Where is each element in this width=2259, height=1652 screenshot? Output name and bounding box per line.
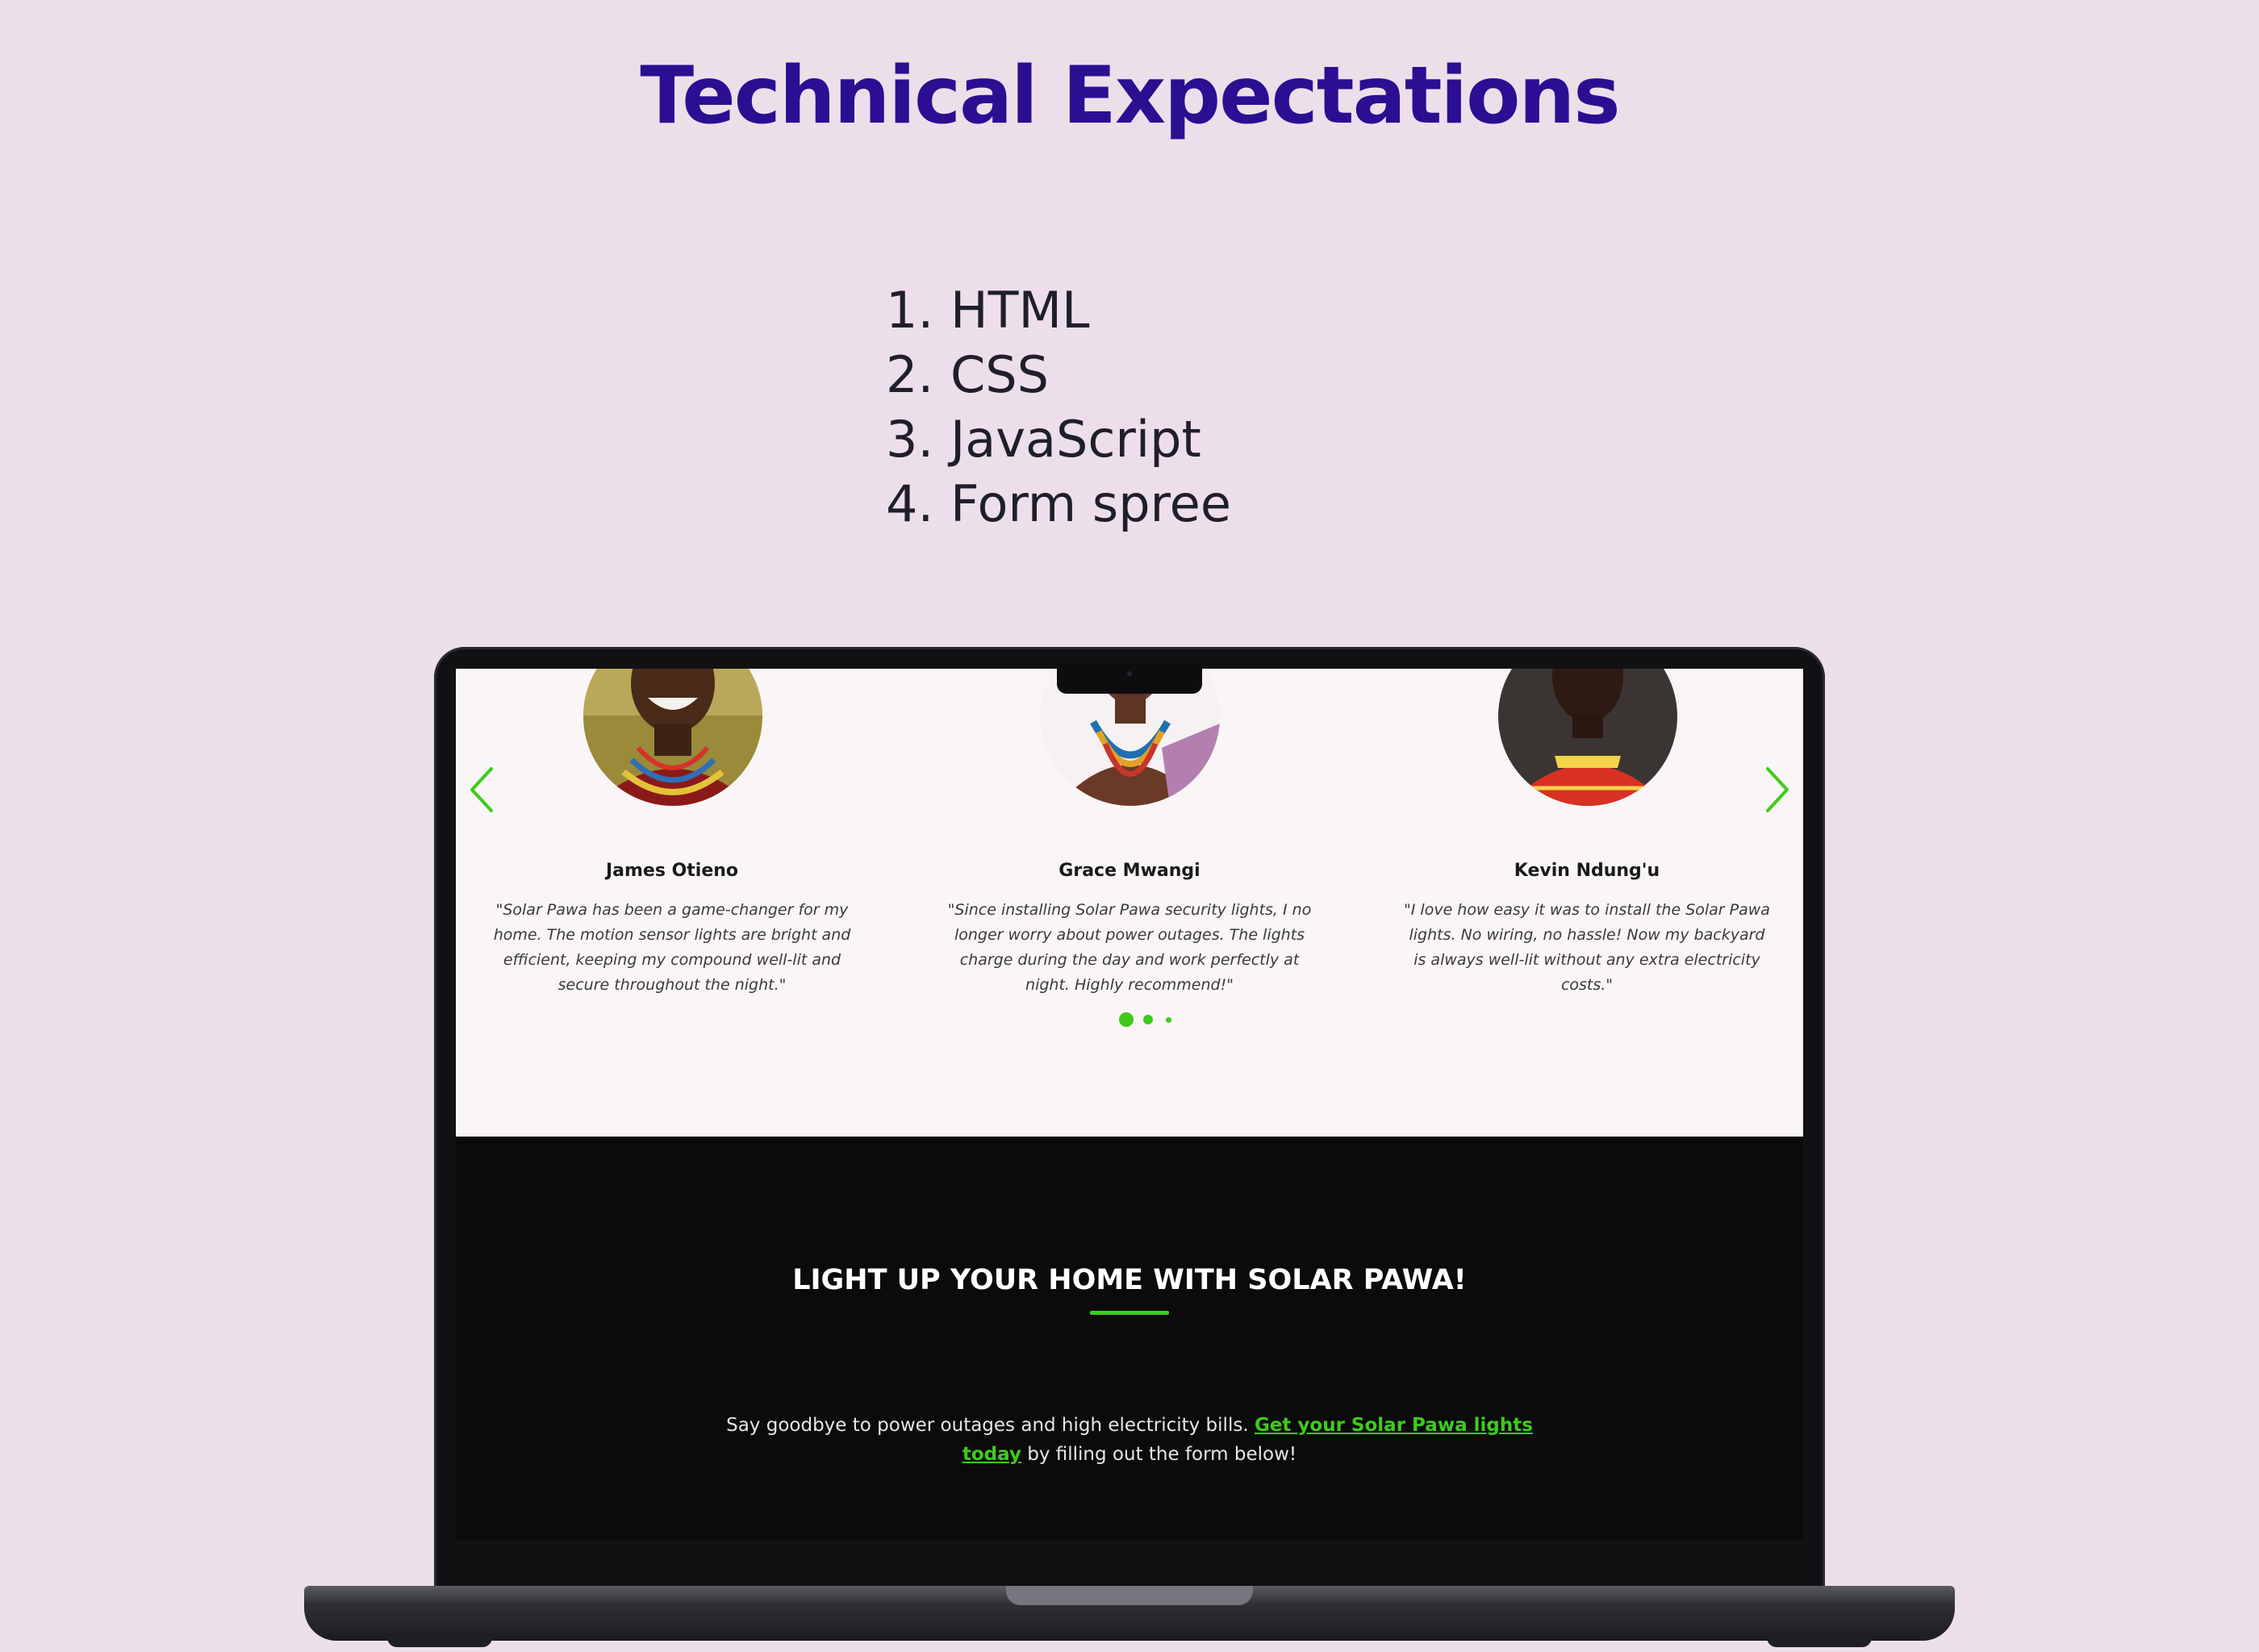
- testimonial-quote: "Since installing Solar Pawa security li…: [947, 901, 1312, 994]
- list-number: 2.: [886, 345, 934, 404]
- technology-list-item: 1. HTML: [886, 278, 1231, 343]
- laptop-notch: [1057, 663, 1202, 694]
- laptop-foot: [387, 1637, 492, 1647]
- list-item-text: Form spree: [950, 474, 1231, 533]
- list-item-text: JavaScript: [950, 410, 1201, 469]
- carousel-prev-button[interactable]: [467, 766, 499, 814]
- carousel-dot-active[interactable]: [1119, 1012, 1134, 1027]
- list-item-text: HTML: [950, 281, 1090, 340]
- list-number: 4.: [886, 474, 934, 533]
- avatar: [583, 669, 762, 806]
- laptop-foot: [1767, 1637, 1872, 1647]
- technology-list-item: 4. Form spree: [886, 472, 1231, 536]
- testimonial-quote: "I love how easy it was to install the S…: [1404, 901, 1770, 994]
- testimonial-name: Kevin Ndung'u: [1514, 861, 1660, 881]
- list-item-text: CSS: [950, 345, 1050, 404]
- chevron-left-icon: [470, 767, 493, 812]
- technology-list-item: 2. CSS: [886, 343, 1231, 407]
- cta-text-before: Say goodbye to power outages and high el…: [726, 1415, 1255, 1436]
- cta-text: Say goodbye to power outages and high el…: [726, 1411, 1533, 1469]
- carousel-next-button[interactable]: [1760, 766, 1792, 814]
- chevron-right-icon: [1766, 767, 1789, 812]
- carousel-dot[interactable]: [1166, 1017, 1171, 1023]
- list-number: 3.: [886, 410, 934, 469]
- list-number: 1.: [886, 281, 934, 340]
- testimonial-name: James Otieno: [605, 861, 739, 881]
- technology-list-item: 3. JavaScript: [886, 407, 1231, 472]
- testimonial-name: Grace Mwangi: [1059, 861, 1200, 881]
- laptop-base-groove: [1006, 1586, 1253, 1605]
- carousel-dot[interactable]: [1143, 1015, 1153, 1024]
- camera-icon: [1127, 671, 1132, 676]
- avatar: [1498, 669, 1677, 806]
- technology-list: 1. HTML 2. CSS 3. JavaScript 4. Form spree: [886, 278, 1231, 536]
- testimonial-quote: "Solar Pawa has been a game-changer for …: [493, 901, 851, 994]
- cta-title-underline: [1090, 1311, 1169, 1315]
- laptop-base: [304, 1586, 1955, 1641]
- cta-section: LIGHT UP YOUR HOME WITH SOLAR PAWA! Say …: [456, 1137, 1803, 1540]
- laptop-screen: James Otieno "Solar Pawa has been a game…: [456, 669, 1803, 1540]
- cta-title: LIGHT UP YOUR HOME WITH SOLAR PAWA!: [792, 1264, 1467, 1296]
- testimonials-section: James Otieno "Solar Pawa has been a game…: [456, 669, 1803, 1137]
- cta-text-after: by filling out the form below!: [1021, 1444, 1297, 1465]
- slide-title: Technical Expectations: [640, 50, 1620, 142]
